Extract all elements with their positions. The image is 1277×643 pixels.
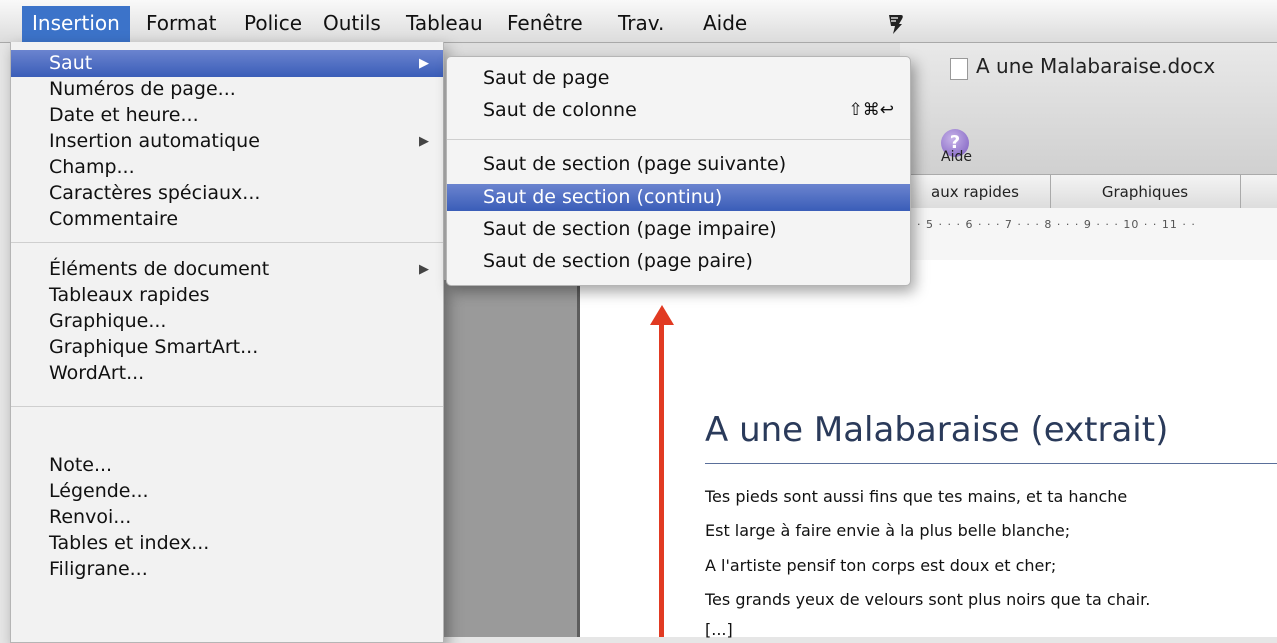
document-line: Tes grands yeux de velours sont plus noi…	[705, 590, 1151, 609]
menu-format[interactable]: Format	[136, 6, 226, 40]
ruler: · · 5 · · · 6 · · · 7 · · · 8 · · · 9 · …	[900, 208, 1277, 261]
submenu-arrow-icon: ▶	[419, 56, 429, 71]
submenu-item-label: Saut de colonne	[483, 99, 637, 121]
tab-tableaux-rapides[interactable]: aux rapides	[900, 175, 1051, 209]
submenu-item-label: Saut de section (continu)	[483, 186, 723, 208]
help-label: Aide	[941, 149, 972, 165]
menu-separator	[11, 242, 443, 243]
submenu-item-label: Saut de section (page impaire)	[483, 218, 777, 240]
submenu-arrow-icon: ▶	[419, 134, 429, 149]
document-line: Est large à faire envie à la plus belle …	[705, 521, 1071, 540]
keyboard-shortcut: ⇧⌘↩	[848, 100, 895, 120]
heading-divider	[705, 463, 1277, 464]
submenu-arrow-icon: ▶	[419, 262, 429, 277]
menu-item-tableaux-rapides[interactable]: Tableaux rapides	[11, 282, 443, 309]
menu-item-numeros-de-page[interactable]: Numéros de page...	[11, 76, 443, 103]
menu-item-label: Commentaire	[49, 208, 179, 230]
submenu-item-saut-de-page[interactable]: Saut de page	[447, 65, 910, 92]
document-line: Tes pieds sont aussi fins que tes mains,…	[705, 487, 1128, 506]
menu-item-filigrane[interactable]: Filigrane...	[11, 556, 443, 583]
submenu-item-section-page-suivante[interactable]: Saut de section (page suivante)	[447, 151, 910, 178]
menu-aide[interactable]: Aide	[693, 6, 757, 40]
insertion-menu: Saut ▶ Numéros de page... Date et heure.…	[10, 42, 444, 643]
document-line: A l'artiste pensif ton corps est doux et…	[705, 556, 1057, 575]
menu-item-elements-de-document[interactable]: Éléments de document ▶	[11, 256, 443, 283]
document-line: [...]	[705, 620, 733, 639]
submenu-separator	[447, 139, 910, 140]
menu-item-note[interactable]: Note...	[11, 452, 443, 479]
menu-item-saut[interactable]: Saut ▶	[11, 50, 443, 77]
page-edge	[577, 260, 580, 637]
menu-item-champ[interactable]: Champ...	[11, 154, 443, 181]
menu-item-wordart[interactable]: WordArt...	[11, 360, 443, 387]
saut-submenu: Saut de page Saut de colonne ⇧⌘↩ Saut de…	[446, 56, 911, 286]
menu-item-insertion-automatique[interactable]: Insertion automatique ▶	[11, 128, 443, 155]
window-title: A une Malabaraise.docx	[976, 54, 1216, 78]
script-menu-icon[interactable]	[885, 12, 907, 36]
menu-item-label: Filigrane...	[49, 558, 148, 580]
tab-graphiques[interactable]: Graphiques	[1050, 175, 1241, 209]
menu-item-label: Tables et index...	[49, 532, 210, 554]
menu-item-label: Légende...	[49, 480, 149, 502]
menu-item-label: Numéros de page...	[49, 78, 236, 100]
menu-item-date-et-heure[interactable]: Date et heure...	[11, 102, 443, 129]
menu-item-label: Saut	[49, 52, 93, 74]
menu-item-label: Graphique...	[49, 310, 167, 332]
menu-separator	[11, 406, 443, 407]
ruler-scale: · · 5 · · · 6 · · · 7 · · · 8 · · · 9 · …	[908, 218, 1196, 231]
menu-item-label: Éléments de document	[49, 258, 270, 280]
ribbon-tabs: aux rapides Graphiques	[900, 174, 1277, 210]
menu-item-label: Renvoi...	[49, 506, 132, 528]
submenu-item-saut-de-colonne[interactable]: Saut de colonne ⇧⌘↩	[447, 97, 910, 124]
menu-item-label: Tableaux rapides	[49, 284, 210, 306]
menu-outils[interactable]: Outils	[313, 6, 391, 40]
menu-police[interactable]: Police	[234, 6, 312, 40]
menu-item-label: Caractères spéciaux...	[49, 182, 261, 204]
menu-tableau[interactable]: Tableau	[396, 6, 493, 40]
menu-insertion[interactable]: Insertion	[22, 6, 130, 42]
annotation-arrow	[659, 322, 664, 637]
document-heading: A une Malabaraise (extrait)	[705, 410, 1169, 450]
menu-item-label: Note...	[49, 454, 113, 476]
submenu-item-section-continu[interactable]: Saut de section (continu)	[447, 184, 910, 211]
menu-fenetre[interactable]: Fenêtre	[497, 6, 593, 40]
menu-item-label: Graphique SmartArt...	[49, 336, 259, 358]
menu-item-label: Date et heure...	[49, 104, 199, 126]
menu-item-tables-et-index[interactable]: Tables et index...	[11, 530, 443, 557]
menu-item-label: WordArt...	[49, 362, 145, 384]
sidebar-gutter	[440, 280, 580, 637]
submenu-item-label: Saut de section (page suivante)	[483, 153, 787, 175]
menu-item-label: Champ...	[49, 156, 135, 178]
menu-item-graphique[interactable]: Graphique...	[11, 308, 443, 335]
menu-trav[interactable]: Trav.	[608, 6, 674, 40]
submenu-item-section-page-impaire[interactable]: Saut de section (page impaire)	[447, 216, 910, 243]
submenu-item-label: Saut de page	[483, 67, 610, 89]
menu-item-label: Insertion automatique	[49, 130, 260, 152]
menu-item-caracteres-speciaux[interactable]: Caractères spéciaux...	[11, 180, 443, 207]
menu-item-commentaire[interactable]: Commentaire	[11, 206, 443, 233]
menu-item-graphique-smartart[interactable]: Graphique SmartArt...	[11, 334, 443, 361]
submenu-item-label: Saut de section (page paire)	[483, 250, 753, 272]
menu-item-legende[interactable]: Légende...	[11, 478, 443, 505]
submenu-item-section-page-paire[interactable]: Saut de section (page paire)	[447, 248, 910, 275]
menu-item-renvoi[interactable]: Renvoi...	[11, 504, 443, 531]
menu-bar: Insertion Format Police Outils Tableau F…	[0, 0, 1277, 43]
